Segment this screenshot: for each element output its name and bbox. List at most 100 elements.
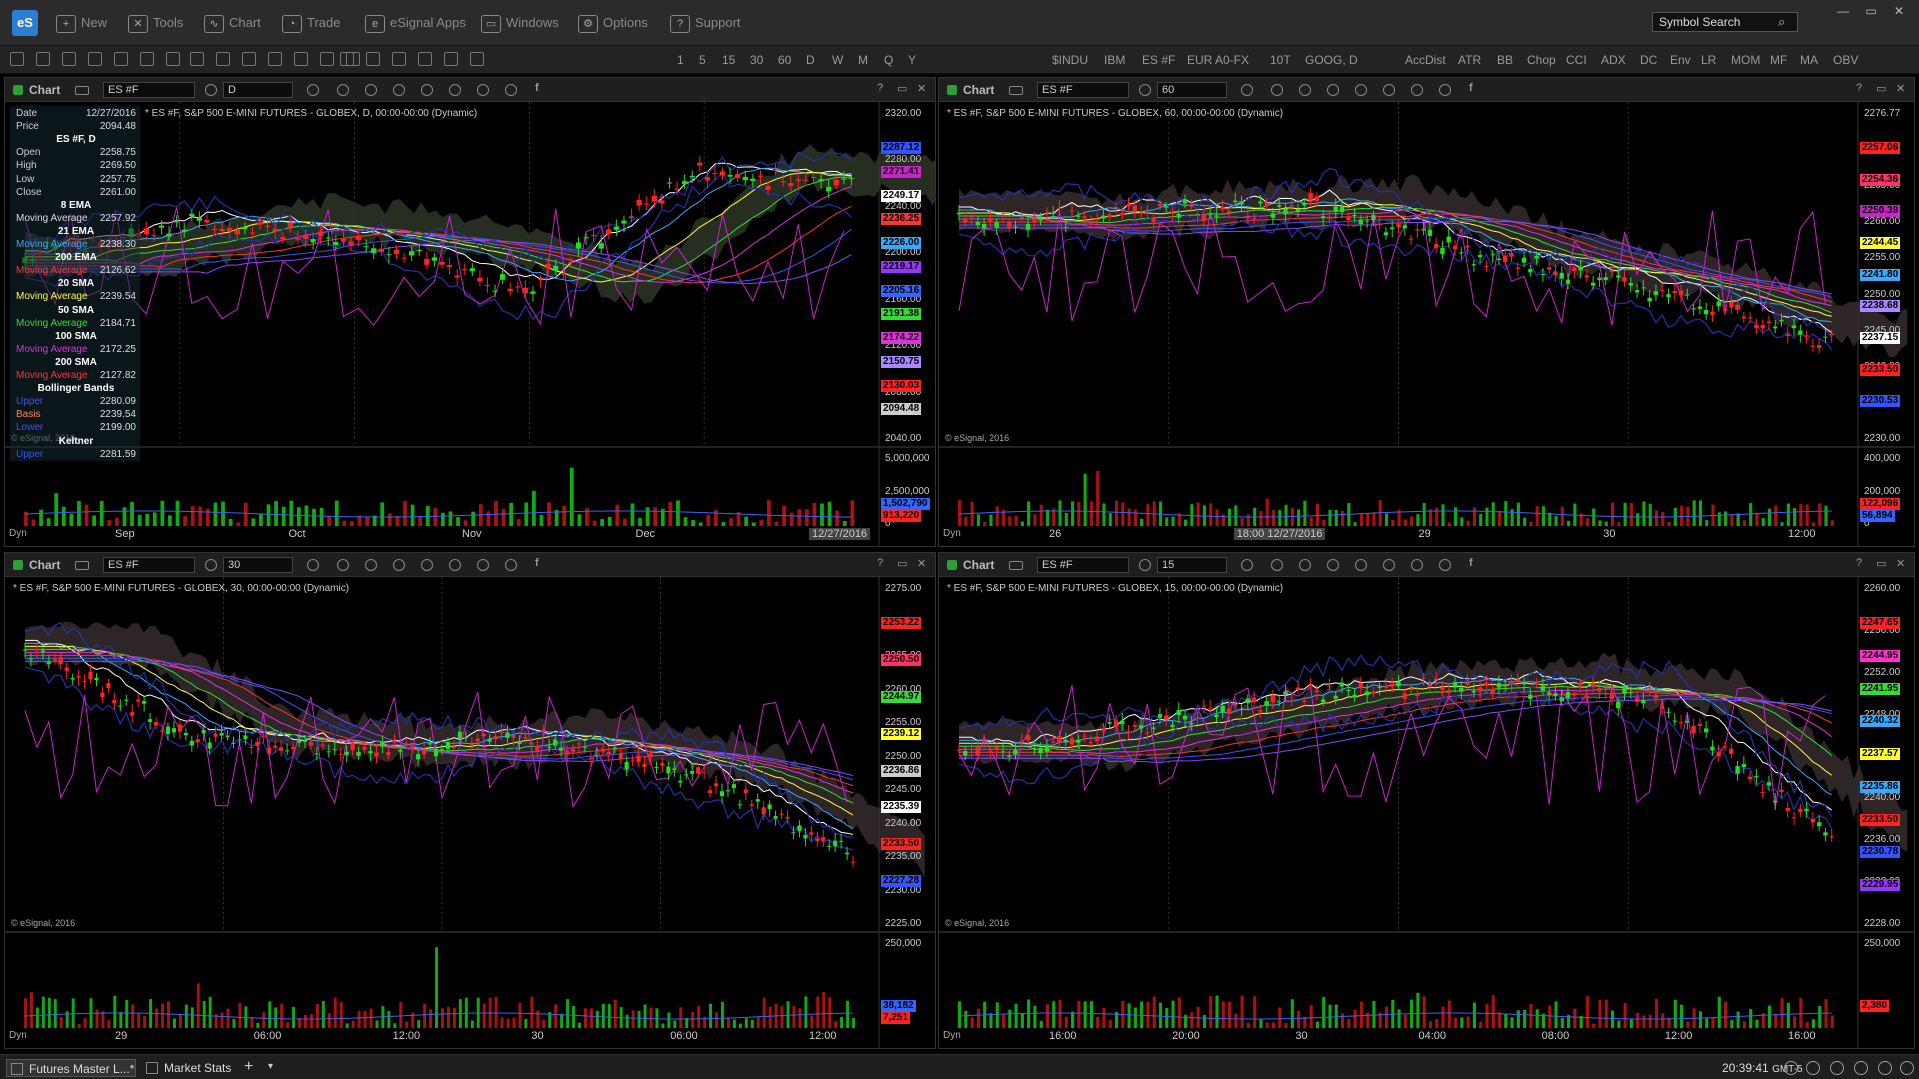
interval-input[interactable]: 30 <box>223 557 293 573</box>
interval-lock-icon[interactable] <box>205 559 217 571</box>
help-icon[interactable] <box>1878 1061 1892 1075</box>
link-color-icon[interactable] <box>947 560 957 570</box>
time-template-icon[interactable] <box>307 84 319 96</box>
play-icon[interactable] <box>1327 84 1339 96</box>
minimize-button[interactable]: — <box>1832 4 1854 18</box>
dynamic-toggle[interactable]: Dyn <box>943 528 961 539</box>
interval-button[interactable]: 30 <box>750 51 763 69</box>
draw-pencil-icon[interactable] <box>337 84 349 96</box>
chart-panel-60min[interactable]: Chart ES #F 60 f? ▭ ✕ * ES #F, S&P 500 E-MINI … <box>938 77 1915 547</box>
search-icon[interactable] <box>1355 559 1367 571</box>
toolbar-tool-icon[interactable] <box>62 52 76 66</box>
esignal-logo[interactable]: eS <box>12 10 38 36</box>
interval-lock-icon[interactable] <box>1139 559 1151 571</box>
lock-icon[interactable] <box>1806 1061 1820 1075</box>
search-icon[interactable] <box>421 84 433 96</box>
study-button[interactable]: AccDist <box>1405 51 1446 69</box>
connection-icon[interactable] <box>1784 1061 1798 1075</box>
toolbar-tool-icon[interactable] <box>242 52 256 66</box>
toolbar-tool-icon[interactable] <box>340 52 354 66</box>
toolbar-tool-icon[interactable] <box>470 52 484 66</box>
play-icon[interactable] <box>393 84 405 96</box>
link-icon[interactable] <box>1383 84 1395 96</box>
restore-icon[interactable]: ▭ <box>897 82 907 95</box>
link-icon[interactable] <box>1383 559 1395 571</box>
symbol-link-button[interactable]: 10T <box>1270 51 1291 69</box>
study-button[interactable]: OBV <box>1833 51 1858 69</box>
interval-button[interactable]: M <box>858 51 868 69</box>
interval-button[interactable]: Y <box>908 51 916 69</box>
toolbar-tool-icon[interactable] <box>392 52 406 66</box>
chart-panel-30min[interactable]: Chart ES #F 30 f? ▭ ✕ * ES #F, S&P 500 E-MINI … <box>4 552 936 1049</box>
add-tab-icon[interactable]: + <box>244 1058 253 1076</box>
help-icon[interactable]: ? <box>1856 82 1862 94</box>
draw-pencil-icon[interactable] <box>337 559 349 571</box>
refresh-icon[interactable] <box>365 559 377 571</box>
study-button[interactable]: DC <box>1640 51 1657 69</box>
refresh-icon[interactable] <box>365 84 377 96</box>
time-template-icon[interactable] <box>307 559 319 571</box>
symbol-link-button[interactable]: EUR A0-FX <box>1187 51 1249 69</box>
toolbar-tool-icon[interactable] <box>140 52 154 66</box>
link-icon[interactable] <box>449 84 461 96</box>
study-button[interactable]: ATR <box>1458 51 1481 69</box>
interval-lock-icon[interactable] <box>205 84 217 96</box>
twitter-icon[interactable] <box>1439 84 1451 96</box>
interval-button[interactable]: W <box>832 51 843 69</box>
chart-panel-15min[interactable]: Chart ES #F 15 f? ▭ ✕ * ES #F, S&P 500 E-MINI … <box>938 552 1915 1049</box>
chat-icon[interactable] <box>477 559 489 571</box>
interval-input[interactable]: D <box>223 82 293 98</box>
symbol-input[interactable]: ES #F <box>1037 557 1129 573</box>
dynamic-toggle[interactable]: Dyn <box>943 1030 961 1041</box>
symbol-input[interactable]: ES #F <box>103 82 195 98</box>
interval-button[interactable]: D <box>806 51 815 69</box>
study-button[interactable]: ADX <box>1601 51 1626 69</box>
dynamic-toggle[interactable]: Dyn <box>9 1030 27 1041</box>
symbol-link-button[interactable]: GOOG, D <box>1305 51 1358 69</box>
refresh-icon[interactable] <box>1299 84 1311 96</box>
toolbar-tool-icon[interactable] <box>10 52 24 66</box>
study-button[interactable]: MF <box>1770 51 1787 69</box>
draw-pencil-icon[interactable] <box>1271 84 1283 96</box>
help-icon[interactable]: ? <box>1856 557 1862 569</box>
interval-button[interactable]: 1 <box>677 51 684 69</box>
link-color-icon[interactable] <box>13 85 23 95</box>
chevron-down-icon[interactable]: ▾ <box>268 1061 273 1072</box>
time-template-icon[interactable] <box>1241 84 1253 96</box>
chat-icon[interactable] <box>1411 559 1423 571</box>
link-color-icon[interactable] <box>13 560 23 570</box>
study-button[interactable]: CCI <box>1566 51 1587 69</box>
price-chart[interactable] <box>939 577 1914 1048</box>
close-button[interactable]: ✕ <box>1888 4 1910 18</box>
toolbar-tool-icon[interactable] <box>294 52 308 66</box>
toolbar-tool-icon[interactable] <box>418 52 432 66</box>
study-button[interactable]: Env <box>1670 51 1691 69</box>
toolbar-tool-icon[interactable] <box>444 52 458 66</box>
menu-esignal-apps[interactable]: e eSignal Apps <box>365 13 466 33</box>
study-button[interactable]: MA <box>1800 51 1818 69</box>
facebook-icon[interactable]: f <box>535 82 539 94</box>
study-button[interactable]: Chop <box>1527 51 1556 69</box>
toolbar-tool-icon[interactable] <box>166 52 180 66</box>
search-icon[interactable]: ⌕ <box>1778 14 1785 30</box>
chat-icon[interactable] <box>1411 84 1423 96</box>
symbol-link-button[interactable]: IBM <box>1104 51 1125 69</box>
menu-options[interactable]: ⚙ Options <box>578 13 648 33</box>
tab-market-stats[interactable]: Market Stats <box>142 1059 232 1077</box>
menu-new[interactable]: + New <box>56 13 107 33</box>
menu-tools[interactable]: ✕ Tools <box>128 13 183 33</box>
menu-support[interactable]: ? Support <box>670 13 741 33</box>
toolbar-tool-icon[interactable] <box>366 52 380 66</box>
maximize-button[interactable]: ▭ <box>1860 4 1882 18</box>
toolbar-tool-icon[interactable] <box>268 52 282 66</box>
price-chart[interactable] <box>5 577 935 1048</box>
link-icon[interactable] <box>449 559 461 571</box>
help-icon[interactable]: ? <box>877 82 883 94</box>
study-button[interactable]: MOM <box>1731 51 1760 69</box>
toolbar-tool-icon[interactable] <box>320 52 334 66</box>
toolbar-tool-icon[interactable] <box>36 52 50 66</box>
refresh-icon[interactable] <box>1299 559 1311 571</box>
interval-button[interactable]: Q <box>884 51 893 69</box>
menu-chart[interactable]: ∿ Chart <box>204 13 261 33</box>
interval-button[interactable]: 60 <box>778 51 791 69</box>
